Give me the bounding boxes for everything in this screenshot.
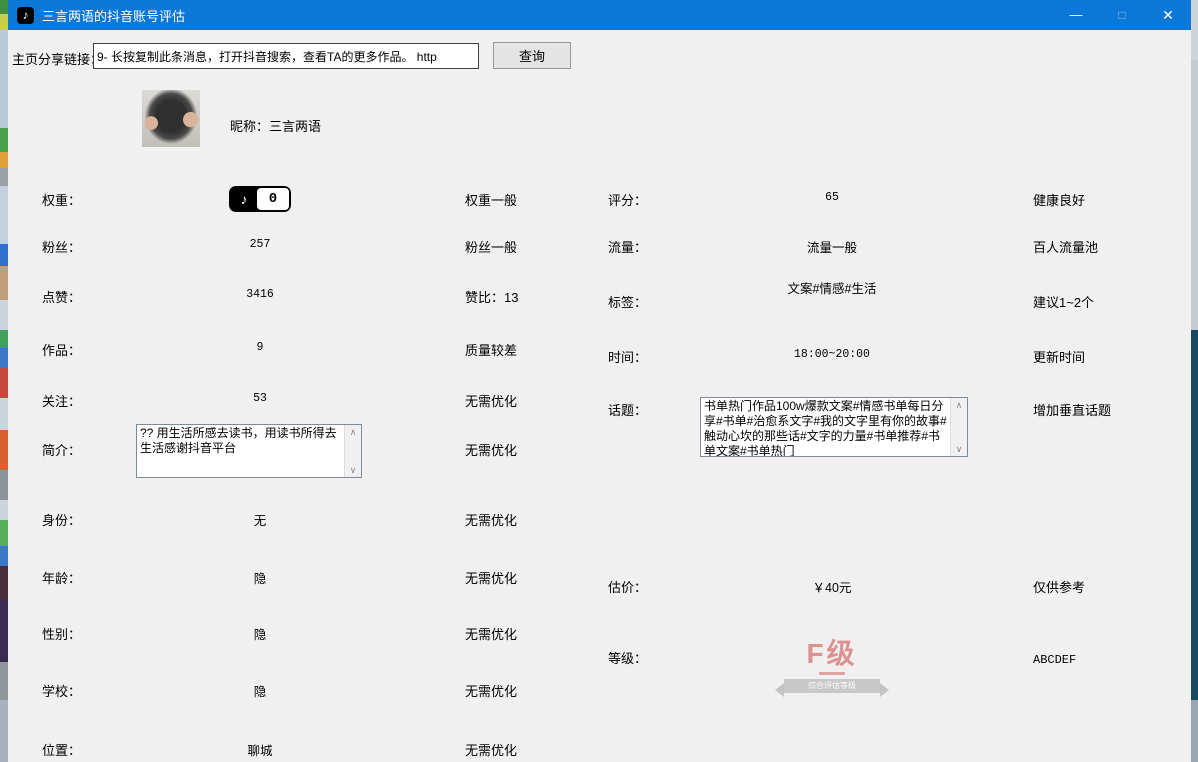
titlebar: ♪ 三言两语的抖音账号评估 — □ ✕ (8, 0, 1191, 30)
scroll-up-icon[interactable]: ∧ (345, 425, 361, 439)
works-status: 质量较差 (465, 340, 517, 359)
gender-value: 隐 (120, 624, 400, 643)
scroll-down-icon[interactable]: ∨ (951, 442, 967, 456)
fans-value: 257 (120, 238, 400, 251)
nickname-text: 昵称：三言两语 (230, 116, 321, 135)
bio-scrollbar[interactable]: ∧ ∨ (344, 425, 361, 477)
minimize-icon[interactable]: — (1053, 0, 1099, 30)
tiktok-app-icon: ♪ (17, 7, 34, 24)
works-label: 作品： (42, 340, 81, 359)
grade-stamp-dash (819, 672, 845, 675)
screen: ♪ 三言两语的抖音账号评估 — □ ✕ 主页分享链接： 查询 昵称：三言两语 权… (0, 0, 1198, 762)
avatar (142, 90, 200, 147)
time-status: 更新时间 (1033, 347, 1085, 366)
query-button[interactable]: 查询 (493, 42, 571, 69)
traffic-label: 流量： (608, 237, 647, 256)
age-label: 年龄： (42, 568, 81, 587)
works-value: 9 (120, 341, 400, 354)
weight-label: 权重： (42, 190, 81, 209)
topics-status: 增加垂直话题 (1033, 400, 1111, 419)
school-value: 隐 (120, 681, 400, 700)
weight-value: 0 (257, 188, 289, 210)
location-status: 无需优化 (465, 740, 517, 759)
age-status: 无需优化 (465, 568, 517, 587)
school-status: 无需优化 (465, 681, 517, 700)
likes-label: 点赞： (42, 287, 81, 306)
tags-value: 文案#情感#生活 (692, 278, 972, 297)
grade-stamp-ribbon: 综合评估等级 (784, 679, 880, 693)
following-label: 关注： (42, 391, 81, 410)
weight-badge: ♪ 0 (229, 186, 291, 212)
identity-value: 无 (120, 510, 400, 529)
topics-label: 话题： (608, 400, 647, 419)
traffic-value: 流量一般 (692, 237, 972, 256)
app-window: ♪ 三言两语的抖音账号评估 — □ ✕ 主页分享链接： 查询 昵称：三言两语 权… (8, 0, 1191, 762)
gender-status: 无需优化 (465, 624, 517, 643)
tags-status: 建议1~2个 (1033, 292, 1094, 311)
price-status: 仅供参考 (1033, 577, 1085, 596)
score-label: 评分： (608, 190, 647, 209)
bio-textarea[interactable]: ?? 用生活所感去读书，用读书所得去生活感谢抖音平台 (136, 424, 362, 478)
window-title: 三言两语的抖音账号评估 (42, 6, 185, 25)
window-controls: — □ ✕ (1053, 0, 1191, 30)
price-label: 估价： (608, 577, 647, 596)
weight-status: 权重一般 (465, 190, 517, 209)
likes-value: 3416 (120, 288, 400, 301)
identity-status: 无需优化 (465, 510, 517, 529)
scroll-down-icon[interactable]: ∨ (345, 463, 361, 477)
tags-label: 标签： (608, 292, 647, 311)
school-label: 学校： (42, 681, 81, 700)
desktop-icons-strip-right (1191, 0, 1198, 762)
fans-status: 粉丝一般 (465, 237, 517, 256)
score-status: 健康良好 (1033, 190, 1085, 209)
time-value: 18:00~20:00 (692, 348, 972, 361)
fans-label: 粉丝： (42, 237, 81, 256)
following-status: 无需优化 (465, 391, 517, 410)
close-icon[interactable]: ✕ (1145, 0, 1191, 30)
bio-status: 无需优化 (465, 440, 517, 459)
topics-textarea[interactable]: 书单热门作品100w爆款文案#情感书单每日分享#书单#治愈系文字#我的文字里有你… (700, 397, 968, 457)
likes-status: 赞比：13 (465, 287, 518, 306)
age-value: 隐 (120, 568, 400, 587)
scroll-up-icon[interactable]: ∧ (951, 398, 967, 412)
bio-label: 简介： (42, 440, 81, 459)
desktop-icons-strip-left (0, 0, 8, 762)
location-value: 聊城 (120, 740, 400, 759)
grade-stamp: F级 综合评估等级 (692, 632, 972, 693)
share-link-input[interactable] (93, 43, 479, 69)
following-value: 53 (120, 392, 400, 405)
grade-stamp-text: F级 (692, 632, 972, 672)
time-label: 时间： (608, 347, 647, 366)
grade-status: ABCDEF (1033, 653, 1076, 667)
score-value: 65 (692, 191, 972, 204)
tiktok-note-icon: ♪ (231, 188, 257, 210)
price-value: ￥40元 (692, 577, 972, 596)
share-link-label: 主页分享链接： (12, 49, 103, 68)
location-label: 位置： (42, 740, 81, 759)
maximize-icon[interactable]: □ (1099, 0, 1145, 30)
identity-label: 身份： (42, 510, 81, 529)
gender-label: 性别： (42, 624, 81, 643)
grade-label: 等级： (608, 648, 647, 667)
topics-scrollbar[interactable]: ∧ ∨ (950, 398, 967, 456)
traffic-status: 百人流量池 (1033, 237, 1098, 256)
